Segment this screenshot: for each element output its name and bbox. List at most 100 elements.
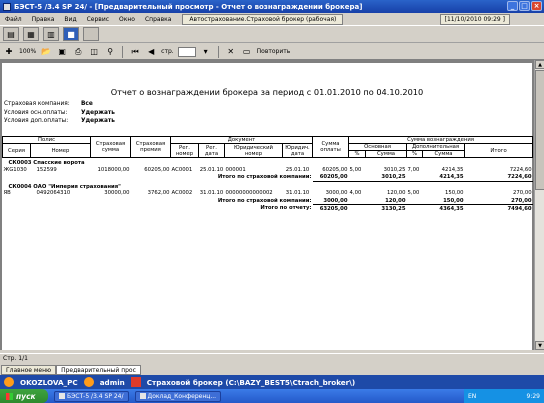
table-row: ЯВ 0492064310 30000,00 3762,00 АС0002 31… (3, 190, 533, 198)
taskbar: пуск БЭСТ-5 /3.4 SP 24/ Доклад_Конференц… (0, 389, 544, 403)
header-str-premia: Страховая премия (130, 136, 171, 158)
active-database-label: Автострахование.Страховой брокер (рабоча… (182, 13, 344, 25)
repeat-icon[interactable]: ▭ (241, 46, 253, 58)
folder-icon[interactable]: ▤ (3, 27, 19, 41)
header-summa: Сумма (365, 150, 408, 158)
page-status: Стр. 1/1 (3, 355, 28, 362)
menu-edit[interactable]: Правка (27, 16, 60, 23)
tab-main-menu[interactable]: Главное меню (1, 365, 57, 375)
book-icon[interactable]: ▥ (43, 27, 59, 41)
menu-view[interactable]: Вид (59, 16, 81, 23)
vertical-scrollbar[interactable]: ▲ ▼ (534, 60, 544, 350)
close-preview-icon[interactable]: ✕ (225, 46, 237, 58)
tab-preview[interactable]: Предварительный прос (56, 365, 141, 375)
table-row: ЖG1030 152599 1018000,00 60205,00 АС0001… (3, 166, 533, 174)
total-opl: 60205,00 (312, 173, 349, 182)
first-page-icon[interactable]: ⏮ (129, 46, 141, 58)
group-total-row: Итого по страховой компании: 3000,00 120… (3, 197, 533, 205)
cell-s2: 4214,35 (441, 166, 464, 173)
zoom-label[interactable]: 100% (19, 48, 36, 55)
cell-p1: 4,00 (349, 190, 362, 197)
menu-window[interactable]: Окно (114, 16, 140, 23)
open-folder-icon[interactable]: 📂 (40, 46, 52, 58)
param-label: Условия осн.оплаты: (4, 109, 68, 116)
cell-yurd: 31.01.10 (285, 190, 310, 197)
cell-itogo: 270,00 (513, 190, 532, 197)
group-name: СК0003 Спасские ворота (8, 160, 85, 166)
repeat-button[interactable]: Повторить (257, 48, 291, 55)
blank-tool-icon[interactable] (83, 27, 99, 41)
preview-icon[interactable]: ◫ (88, 46, 100, 58)
header-str-summa: Страховая сумма (90, 136, 131, 158)
cell-s1: 3010,25 (383, 166, 406, 173)
separator (217, 45, 219, 58)
header-nomer: Номер (30, 143, 91, 158)
plus-icon[interactable]: ✚ (3, 46, 15, 58)
report-viewport[interactable]: Отчет о вознаграждении брокера за период… (0, 60, 534, 350)
cell-opl: 3000,00 (325, 190, 348, 197)
module-name: Страховой брокер (C:\BAZY_BEST5\Ctrach_b… (146, 377, 356, 387)
header-summa: Сумма (422, 150, 466, 158)
minimize-button[interactable]: _ (507, 1, 518, 11)
cell-s1: 120,00 (386, 190, 406, 197)
tray-clock: 9:29 (526, 392, 540, 400)
header-yur-nomer: Юридический номер (224, 143, 283, 158)
total-s1: 120,00 (348, 197, 407, 205)
cell-sp: 3762,00 (147, 190, 170, 197)
cell-itogo: 7224,60 (509, 166, 532, 173)
status-bar: Стр. 1/1 (0, 353, 544, 363)
header-document: Документ (169, 136, 314, 144)
total-itogo: 7224,60 (464, 173, 533, 182)
grand-total-s2: 4364,35 (439, 205, 464, 212)
total-s1: 3010,25 (348, 173, 407, 182)
menu-help[interactable]: Справка (140, 16, 176, 23)
window-tabs: Главное меню Предварительный прос (0, 364, 544, 375)
start-label: пуск (16, 391, 36, 401)
cell-yur: 000001 (225, 166, 246, 173)
scroll-thumb[interactable] (535, 70, 544, 190)
header-pct: % (348, 150, 367, 158)
report-params: Страховая компания: Все Условия осн.оплат… (4, 100, 115, 126)
group-total-label: Итого по страховой компании: (217, 197, 312, 204)
document-icon[interactable]: ▦ (23, 27, 39, 41)
taskbar-item[interactable]: Доклад_Конференц... (134, 390, 222, 402)
header-dopolnitelnaya: Дополнительная (406, 143, 466, 151)
search-icon[interactable]: ⚲ (104, 46, 116, 58)
page-label: стр. (161, 48, 174, 55)
grand-total-opl: 63205,00 (319, 205, 348, 212)
report-table: Полис Страховая сумма Страховая премия Д… (2, 136, 534, 213)
language-indicator[interactable]: EN (468, 393, 476, 400)
menu-service[interactable]: Сервис (82, 16, 114, 23)
taskbar-item-label: БЭСТ-5 /3.4 SP 24/ (67, 392, 124, 400)
taskbar-item[interactable]: БЭСТ-5 /3.4 SP 24/ (54, 390, 129, 402)
cell-seria: ЖG1030 (3, 166, 27, 173)
grand-total-itogo: 7494,60 (507, 205, 532, 212)
scroll-down-icon[interactable]: ▼ (535, 341, 544, 350)
cell-opl: 60205,00 (322, 166, 348, 173)
cell-ss: 30000,00 (104, 190, 130, 197)
module-icon (130, 377, 141, 387)
cell-reg: АС0001 (171, 166, 193, 173)
prev-page-icon[interactable]: ◀ (145, 46, 157, 58)
page-number-input[interactable] (177, 46, 196, 57)
app-icon (3, 2, 11, 11)
save-icon[interactable]: ▣ (56, 46, 68, 58)
header-sum-voznagr: Сумма вознаграждения (348, 136, 534, 144)
dropdown-icon[interactable]: ▾ (200, 46, 212, 58)
menu-file[interactable]: Файл (0, 16, 27, 23)
header-seria: Серия (2, 143, 31, 158)
scroll-up-icon[interactable]: ▲ (535, 60, 544, 69)
header-polis: Полис (2, 136, 91, 144)
print-icon[interactable]: ⎙ (72, 46, 84, 58)
grand-total-row: Итого по отчету: 63205,00 3130,25 4364,3… (3, 205, 533, 213)
group-total-label: Итого по страховой компании: (217, 174, 312, 181)
header-summa-oplaty: Сумма оплаты (312, 136, 350, 158)
preview-toolbar: ✚ 100% 📂 ▣ ⎙ ◫ ⚲ ⏮ ◀ стр. ▾ ✕ ▭ Повторит… (0, 44, 544, 60)
total-itogo: 270,00 (464, 197, 533, 205)
maximize-button[interactable]: □ (519, 1, 530, 11)
cell-p2: 7,00 (407, 166, 420, 173)
start-button[interactable]: пуск (0, 389, 48, 403)
grand-total-label: Итого по отчету: (260, 205, 312, 212)
windows-icon[interactable]: ■ (63, 27, 79, 41)
close-button[interactable]: × (531, 1, 542, 11)
